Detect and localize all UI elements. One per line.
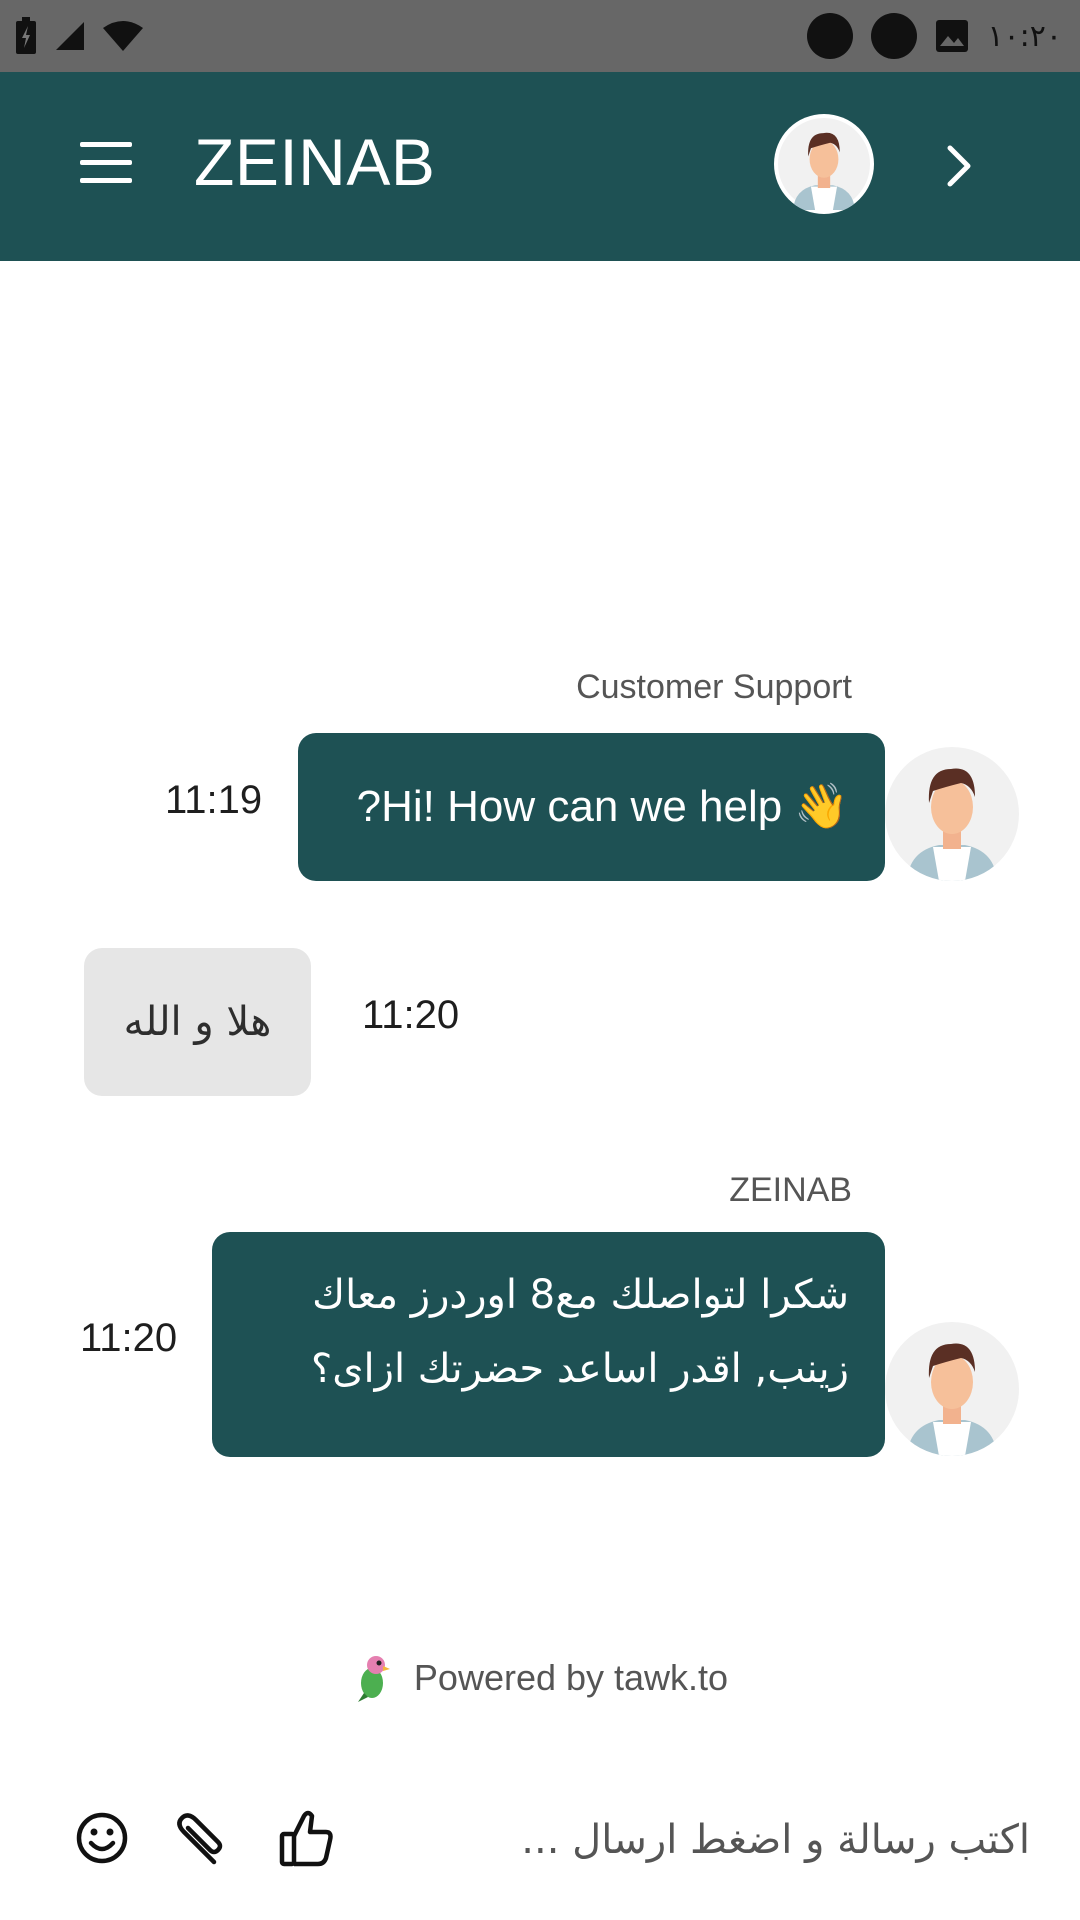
status-icons-left	[14, 14, 144, 58]
message-time: 11:20	[80, 1316, 178, 1360]
message-input[interactable]	[340, 1800, 1030, 1880]
thumbs-up-icon[interactable]	[276, 1806, 336, 1870]
message-time: 11:19	[165, 778, 263, 822]
person-avatar-icon	[907, 768, 997, 881]
sender-name: ZEINAB	[729, 1171, 852, 1209]
tawk-parrot-icon	[357, 1656, 390, 1702]
signal-icon	[56, 22, 84, 50]
message-time: 11:20	[362, 993, 460, 1037]
person-avatar-icon	[778, 118, 870, 210]
visitor-message-bubble: هلا و الله	[84, 948, 311, 1096]
clock: ١٠:٢٠	[987, 18, 1062, 54]
agent-avatar	[885, 1322, 1019, 1456]
chat-header: ZEINAB	[0, 72, 1080, 261]
agent-message-bubble: ?Hi! How can we help 👋	[298, 733, 885, 881]
message-text-line: شكرا لتواصلك مع8 اوردرز معاك	[312, 1272, 849, 1318]
menu-button[interactable]	[80, 138, 136, 186]
chevron-right-icon[interactable]	[940, 138, 980, 194]
notification-dot-icon	[807, 13, 854, 59]
attachment-icon[interactable]	[168, 1806, 228, 1870]
message-composer	[0, 1790, 1080, 1890]
agent-avatar[interactable]	[774, 114, 874, 214]
status-bar: ١٠:٢٠	[0, 0, 1080, 72]
battery-charging-icon	[16, 17, 36, 54]
sender-name: Customer Support	[576, 668, 852, 706]
image-icon	[936, 20, 969, 52]
waving-hand-icon: 👋	[794, 782, 849, 832]
notification-dot-icon	[871, 13, 918, 59]
person-avatar-icon	[907, 1343, 997, 1456]
agent-message-bubble: شكرا لتواصلك مع8 اوردرز معاك زينب, اقدر …	[212, 1232, 885, 1457]
agent-avatar	[885, 747, 1019, 881]
wifi-icon	[103, 21, 143, 51]
powered-by-text: Powered by tawk.to	[413, 1657, 729, 1698]
emoji-icon[interactable]	[72, 1806, 132, 1870]
message-text: هلا و الله	[123, 999, 272, 1045]
page-title: ZEINAB	[194, 125, 436, 199]
message-text-line: زينب, اقدر اساعد حضرتك ازاى؟	[310, 1346, 849, 1392]
message-text: ?Hi! How can we help	[356, 782, 783, 832]
powered-by-link[interactable]: Powered by tawk.to	[0, 1648, 1080, 1708]
status-icons-right: ١٠:٢٠	[807, 12, 1062, 60]
